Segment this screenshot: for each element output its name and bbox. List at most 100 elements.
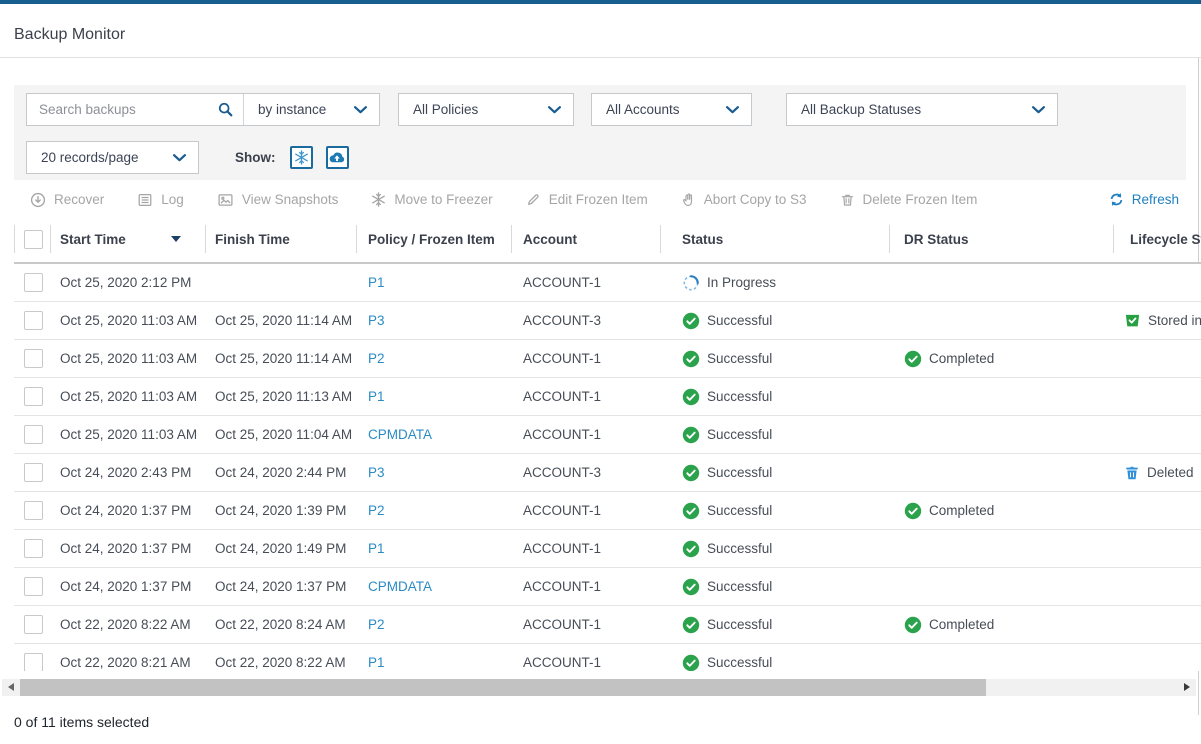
- abort-copy-to-s3-button[interactable]: Abort Copy to S3: [681, 192, 807, 208]
- row-checkbox[interactable]: [24, 577, 43, 596]
- column-header-status[interactable]: Status: [660, 216, 889, 262]
- account-value: ACCOUNT-1: [523, 275, 601, 290]
- view-snapshots-label: View Snapshots: [242, 192, 339, 207]
- finish-time-value: Oct 22, 2020 8:24 AM: [215, 617, 346, 632]
- table-row[interactable]: Oct 24, 2020 1:37 PM Oct 24, 2020 1:49 P…: [14, 530, 1201, 568]
- finish-time-value: Oct 24, 2020 2:44 PM: [215, 465, 346, 480]
- row-checkbox[interactable]: [24, 387, 43, 406]
- policy-link[interactable]: P3: [368, 313, 385, 328]
- sort-desc-icon: [171, 236, 181, 242]
- column-header-policy[interactable]: Policy / Frozen Item: [356, 216, 511, 262]
- policy-link[interactable]: P2: [368, 351, 385, 366]
- row-checkbox[interactable]: [24, 349, 43, 368]
- row-checkbox[interactable]: [24, 463, 43, 482]
- finish-time-value: Oct 24, 2020 1:37 PM: [215, 579, 346, 594]
- edit-frozen-item-label: Edit Frozen Item: [549, 192, 648, 207]
- log-icon: [137, 192, 153, 208]
- show-s3-copies-toggle[interactable]: [326, 146, 349, 169]
- policy-link[interactable]: P2: [368, 617, 385, 632]
- search-button[interactable]: [216, 102, 243, 117]
- row-checkbox[interactable]: [24, 425, 43, 444]
- row-checkbox[interactable]: [24, 615, 43, 634]
- start-time-value: Oct 25, 2020 11:03 AM: [60, 427, 197, 442]
- start-time-value: Oct 24, 2020 1:37 PM: [60, 579, 191, 594]
- policy-link[interactable]: CPMDATA: [368, 427, 432, 442]
- table-row[interactable]: Oct 25, 2020 11:03 AM Oct 25, 2020 11:04…: [14, 416, 1201, 454]
- table-row[interactable]: Oct 24, 2020 2:43 PM Oct 24, 2020 2:44 P…: [14, 454, 1201, 492]
- column-header-lifecycle-status[interactable]: Lifecycle Status: [1113, 216, 1201, 262]
- table-row[interactable]: Oct 24, 2020 1:37 PM Oct 24, 2020 1:37 P…: [14, 568, 1201, 606]
- table-row[interactable]: Oct 22, 2020 8:21 AM Oct 22, 2020 8:22 A…: [14, 644, 1201, 671]
- in-progress-icon: [682, 274, 700, 292]
- row-checkbox[interactable]: [24, 653, 43, 671]
- dr-completed-icon: [904, 616, 922, 634]
- trash-icon: [840, 192, 855, 208]
- accounts-filter-select[interactable]: All Accounts: [591, 93, 752, 126]
- delete-frozen-item-button[interactable]: Delete Frozen Item: [840, 192, 978, 208]
- column-header-account[interactable]: Account: [511, 216, 660, 262]
- view-snapshots-icon: [217, 192, 234, 208]
- refresh-label: Refresh: [1132, 192, 1179, 207]
- recover-button[interactable]: Recover: [30, 192, 104, 208]
- show-label: Show:: [235, 150, 276, 165]
- select-all-checkbox[interactable]: [24, 230, 43, 249]
- edit-frozen-item-button[interactable]: Edit Frozen Item: [526, 192, 648, 207]
- status-text: Successful: [707, 617, 772, 632]
- policies-filter-select[interactable]: All Policies: [398, 93, 574, 126]
- table-row[interactable]: Oct 25, 2020 11:03 AM Oct 25, 2020 11:14…: [14, 302, 1201, 340]
- filter-panel: by instance All Policies All Accounts Al…: [14, 85, 1186, 180]
- table-row[interactable]: Oct 22, 2020 8:22 AM Oct 22, 2020 8:24 A…: [14, 606, 1201, 644]
- policy-link[interactable]: P1: [368, 541, 385, 556]
- column-header-dr-status[interactable]: DR Status: [889, 216, 1113, 262]
- status-text: Successful: [707, 465, 772, 480]
- status-text: Successful: [707, 313, 772, 328]
- search-input[interactable]: [27, 102, 216, 117]
- policy-link[interactable]: P1: [368, 275, 385, 290]
- start-time-value: Oct 22, 2020 8:21 AM: [60, 655, 191, 670]
- search-by-select[interactable]: by instance: [244, 94, 379, 125]
- show-frozen-items-toggle[interactable]: [290, 146, 313, 169]
- table-row[interactable]: Oct 24, 2020 1:37 PM Oct 24, 2020 1:39 P…: [14, 492, 1201, 530]
- row-checkbox[interactable]: [24, 539, 43, 558]
- row-checkbox[interactable]: [24, 311, 43, 330]
- policy-link[interactable]: P1: [368, 389, 385, 404]
- records-per-page-value: 20 records/page: [41, 150, 139, 165]
- dr-status-text: Completed: [929, 617, 994, 632]
- view-snapshots-button[interactable]: View Snapshots: [217, 192, 339, 208]
- finish-time-value: Oct 25, 2020 11:14 AM: [215, 313, 352, 328]
- table-row[interactable]: Oct 25, 2020 11:03 AM Oct 25, 2020 11:13…: [14, 378, 1201, 416]
- table-row[interactable]: Oct 25, 2020 2:12 PM P1 ACCOUNT-1 In Pro…: [14, 264, 1201, 302]
- horizontal-scrollbar[interactable]: [2, 679, 1196, 696]
- policy-link[interactable]: P3: [368, 465, 385, 480]
- action-toolbar: Recover Log View Snapshots Move to Freez…: [14, 183, 1201, 216]
- move-to-freezer-button[interactable]: Move to Freezer: [371, 192, 492, 207]
- column-header-start-time[interactable]: Start Time: [50, 216, 205, 262]
- log-button[interactable]: Log: [137, 192, 184, 208]
- policy-link[interactable]: P1: [368, 655, 385, 670]
- row-checkbox[interactable]: [24, 501, 43, 520]
- backup-statuses-filter-select[interactable]: All Backup Statuses: [786, 93, 1058, 126]
- status-text: Successful: [707, 579, 772, 594]
- policy-link[interactable]: CPMDATA: [368, 579, 432, 594]
- start-time-value: Oct 24, 2020 1:37 PM: [60, 503, 191, 518]
- finish-time-value: Oct 25, 2020 11:14 AM: [215, 351, 352, 366]
- scroll-left-arrow-icon[interactable]: [8, 683, 14, 691]
- success-icon: [682, 654, 700, 672]
- lifecycle-text: Stored in S3: [1148, 313, 1201, 328]
- policy-link[interactable]: P2: [368, 503, 385, 518]
- scroll-right-arrow-icon[interactable]: [1184, 683, 1190, 691]
- refresh-button[interactable]: Refresh: [1109, 183, 1179, 216]
- snowflake-icon: [371, 192, 386, 207]
- cloud-upload-icon: [328, 151, 346, 165]
- column-header-finish-time[interactable]: Finish Time: [205, 216, 356, 262]
- row-checkbox[interactable]: [24, 273, 43, 292]
- scrollbar-thumb[interactable]: [20, 679, 986, 696]
- status-text: Successful: [707, 655, 772, 670]
- records-per-page-select[interactable]: 20 records/page: [26, 141, 199, 174]
- backup-table: Start Time Finish Time Policy / Frozen I…: [14, 216, 1201, 671]
- start-time-value: Oct 25, 2020 11:03 AM: [60, 389, 197, 404]
- account-value: ACCOUNT-1: [523, 389, 601, 404]
- finish-time-value: Oct 25, 2020 11:13 AM: [215, 389, 352, 404]
- status-text: Successful: [707, 427, 772, 442]
- table-row[interactable]: Oct 25, 2020 11:03 AM Oct 25, 2020 11:14…: [14, 340, 1201, 378]
